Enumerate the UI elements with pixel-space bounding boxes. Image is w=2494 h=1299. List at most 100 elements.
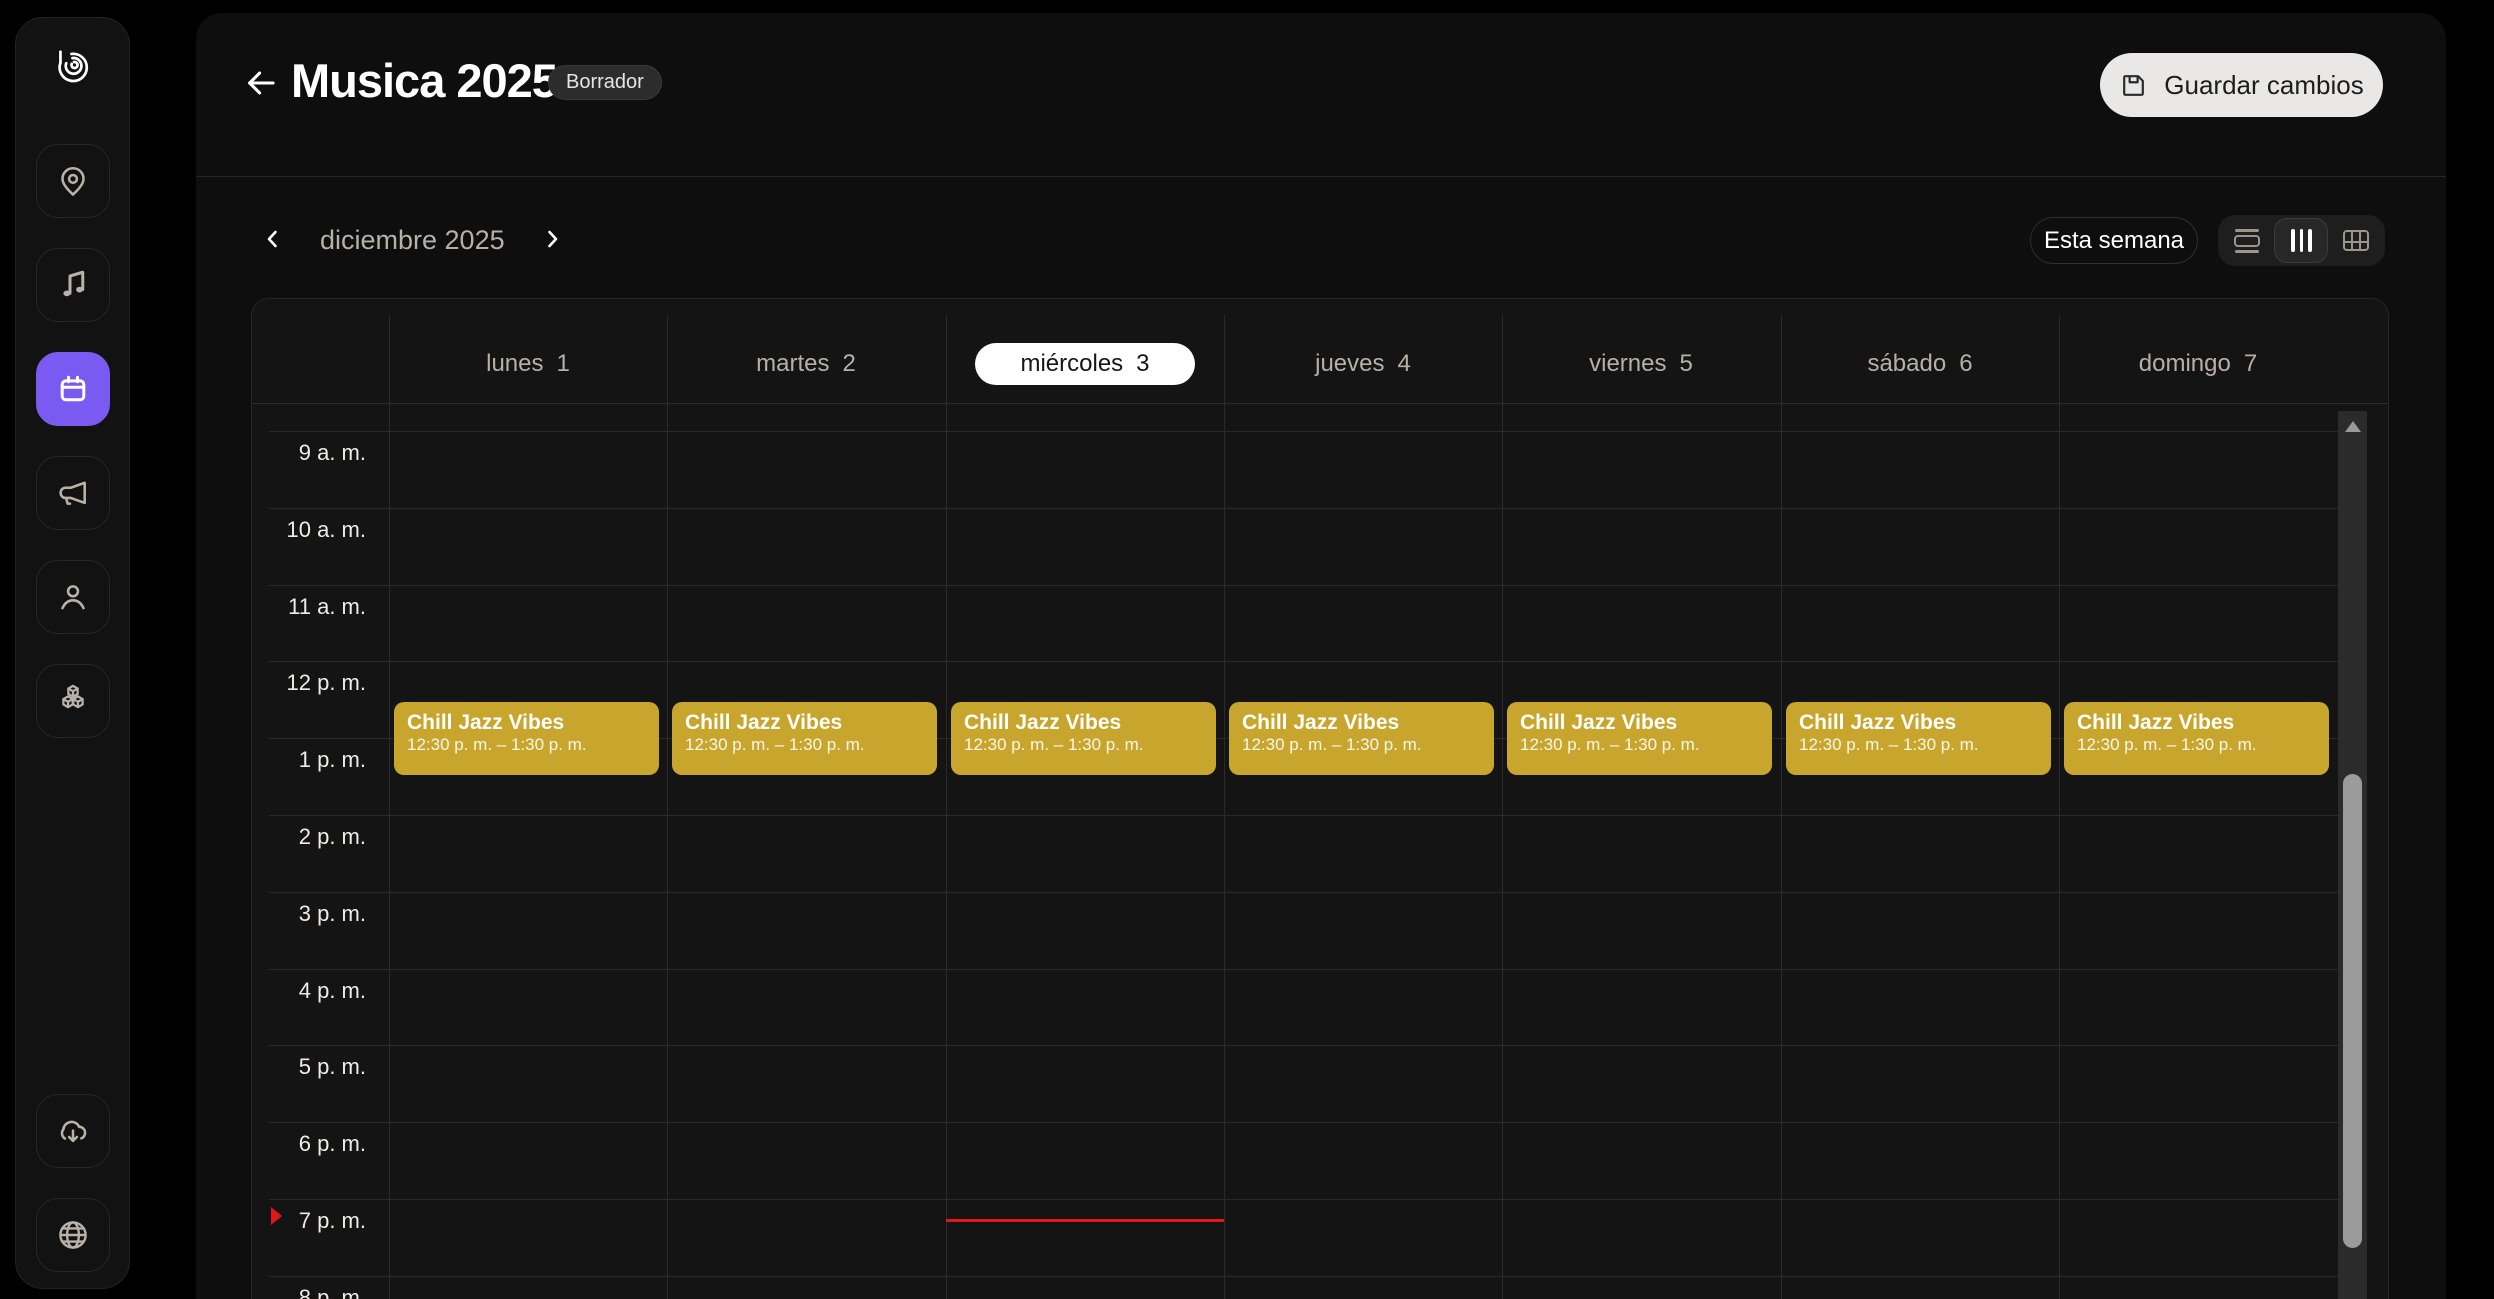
day-number: 4 — [1398, 350, 1411, 378]
day-name: viernes — [1589, 350, 1666, 378]
column-divider — [1224, 315, 1225, 1299]
sidebar-item-music-note[interactable] — [36, 248, 110, 322]
day-number: 3 — [1136, 350, 1149, 378]
day-header-lunes[interactable]: lunes 1 — [418, 343, 638, 385]
globe-icon — [55, 1217, 91, 1253]
status-badge: Borrador — [548, 65, 662, 100]
hour-line — [269, 1122, 2338, 1123]
day-header-sábado[interactable]: sábado 6 — [1810, 343, 2030, 385]
event-chill-jazz-vibes[interactable]: Chill Jazz Vibes12:30 p. m. – 1:30 p. m. — [1507, 702, 1772, 775]
save-button-label: Guardar cambios — [2164, 70, 2363, 101]
main-content: Musica 2025 Borrador Guardar cambios dic… — [196, 13, 2446, 1299]
hour-line — [269, 815, 2338, 816]
hour-line — [269, 585, 2338, 586]
sidebar-item-megaphone[interactable] — [36, 456, 110, 530]
megaphone-icon — [55, 475, 91, 511]
sidebar-item-user[interactable] — [36, 560, 110, 634]
day-header-miércoles[interactable]: miércoles 3 — [975, 343, 1195, 385]
month-label: diciembre 2025 — [320, 225, 505, 256]
day-name: jueves — [1315, 350, 1384, 378]
current-time-line — [946, 1219, 1224, 1222]
event-time: 12:30 p. m. – 1:30 p. m. — [407, 734, 647, 755]
day-header-viernes[interactable]: viernes5 — [1531, 343, 1751, 385]
day-name: miércoles — [1020, 350, 1123, 378]
event-title: Chill Jazz Vibes — [2077, 711, 2317, 734]
hour-line — [269, 1276, 2338, 1277]
time-label: 8 p. m. — [266, 1285, 366, 1299]
day-header-domingo[interactable]: domingo 7 — [2088, 343, 2308, 385]
column-divider — [2059, 315, 2060, 1299]
time-label: 4 p. m. — [266, 978, 366, 1004]
user-icon — [55, 579, 91, 615]
save-icon — [2119, 71, 2148, 100]
calendar-icon — [55, 371, 91, 407]
column-divider — [1781, 315, 1782, 1299]
sidebar-item-globe[interactable] — [36, 1198, 110, 1272]
day-number: 6 — [1959, 350, 1972, 378]
sidebar-item-cubes[interactable] — [36, 664, 110, 738]
event-title: Chill Jazz Vibes — [407, 711, 647, 734]
event-title: Chill Jazz Vibes — [685, 711, 925, 734]
time-label: 12 p. m. — [266, 670, 366, 696]
columns-view-button[interactable] — [2274, 218, 2328, 263]
event-chill-jazz-vibes[interactable]: Chill Jazz Vibes12:30 p. m. – 1:30 p. m. — [1786, 702, 2051, 775]
day-view-button[interactable] — [2220, 218, 2274, 263]
sidebar-item-calendar[interactable] — [36, 352, 110, 426]
topbar-divider — [196, 176, 2446, 177]
time-label: 2 p. m. — [266, 824, 366, 850]
sidebar-item-cloud-download[interactable] — [36, 1094, 110, 1168]
save-button[interactable]: Guardar cambios — [2100, 53, 2383, 117]
event-time: 12:30 p. m. – 1:30 p. m. — [1520, 734, 1760, 755]
event-chill-jazz-vibes[interactable]: Chill Jazz Vibes12:30 p. m. – 1:30 p. m. — [1229, 702, 1494, 775]
column-divider — [946, 315, 947, 1299]
column-divider — [1502, 315, 1503, 1299]
day-header-jueves[interactable]: jueves 4 — [1253, 343, 1473, 385]
grid-view-button[interactable] — [2329, 218, 2383, 263]
hour-line — [269, 661, 2338, 662]
app-window: Musica 2025 Borrador Guardar cambios dic… — [0, 0, 2494, 1299]
cloud-download-icon — [55, 1113, 91, 1149]
column-divider — [389, 315, 390, 1299]
day-number: 2 — [843, 350, 856, 378]
event-time: 12:30 p. m. – 1:30 p. m. — [685, 734, 925, 755]
scrollbar-up-arrow[interactable] — [2345, 421, 2361, 432]
time-label: 5 p. m. — [266, 1054, 366, 1080]
event-chill-jazz-vibes[interactable]: Chill Jazz Vibes12:30 p. m. – 1:30 p. m. — [394, 702, 659, 775]
location-pin-icon — [55, 163, 91, 199]
day-view-icon — [2234, 229, 2260, 253]
event-title: Chill Jazz Vibes — [1520, 711, 1760, 734]
event-chill-jazz-vibes[interactable]: Chill Jazz Vibes12:30 p. m. – 1:30 p. m. — [951, 702, 1216, 775]
event-title: Chill Jazz Vibes — [964, 711, 1204, 734]
day-name: martes — [756, 350, 829, 378]
cubes-icon — [55, 683, 91, 719]
event-time: 12:30 p. m. – 1:30 p. m. — [1799, 734, 2039, 755]
day-name: lunes — [486, 350, 543, 378]
day-name: domingo — [2139, 350, 2231, 378]
vertical-scrollbar-thumb[interactable] — [2343, 774, 2362, 1248]
current-time-arrow-icon — [271, 1207, 282, 1225]
chevron-left-icon[interactable] — [260, 225, 286, 255]
chevron-right-icon[interactable] — [539, 225, 565, 255]
page-title: Musica 2025 — [291, 53, 557, 108]
this-week-button[interactable]: Esta semana — [2030, 217, 2198, 264]
day-header-divider — [252, 403, 2388, 404]
hour-line — [269, 969, 2338, 970]
event-title: Chill Jazz Vibes — [1799, 711, 2039, 734]
view-toggle-group — [2218, 215, 2385, 266]
time-label: 3 p. m. — [266, 901, 366, 927]
calendar-panel: lunes 1 martes 2 miércoles 3 jueves 4 viernes5 sá… — [251, 298, 2389, 1299]
event-chill-jazz-vibes[interactable]: Chill Jazz Vibes12:30 p. m. – 1:30 p. m. — [672, 702, 937, 775]
hour-line — [269, 508, 2338, 509]
day-number: 1 — [557, 350, 570, 378]
day-header-martes[interactable]: martes 2 — [696, 343, 916, 385]
time-label: 1 p. m. — [266, 747, 366, 773]
hour-line — [269, 892, 2338, 893]
back-button[interactable] — [242, 65, 280, 103]
month-navigation: diciembre 2025 — [260, 217, 565, 263]
day-name: sábado — [1867, 350, 1946, 378]
time-label: 11 a. m. — [266, 594, 366, 620]
sidebar — [15, 17, 130, 1289]
day-number: 7 — [2244, 350, 2257, 378]
sidebar-item-location-pin[interactable] — [36, 144, 110, 218]
event-chill-jazz-vibes[interactable]: Chill Jazz Vibes12:30 p. m. – 1:30 p. m. — [2064, 702, 2329, 775]
